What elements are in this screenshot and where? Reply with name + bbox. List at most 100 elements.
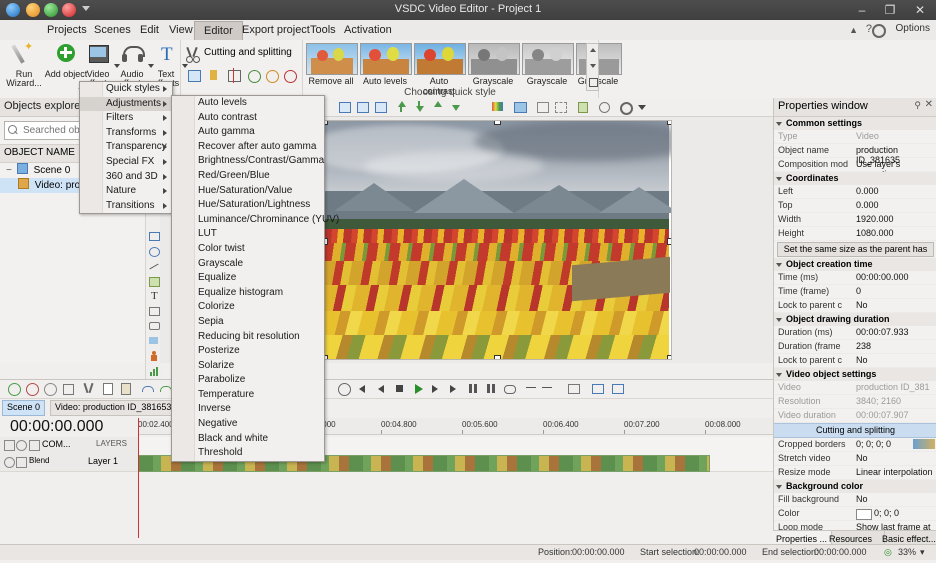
- timeline-undo-icon[interactable]: [140, 381, 155, 396]
- menu-item-filters[interactable]: Filters: [80, 111, 172, 126]
- options-label[interactable]: Options: [896, 23, 930, 34]
- guides-icon[interactable]: [552, 99, 568, 115]
- arrange-up-icon[interactable]: [430, 99, 446, 115]
- maximize-button[interactable]: ❐: [876, 0, 904, 20]
- adjust-lut[interactable]: LUT: [172, 227, 324, 242]
- ribbon-collapse-icon[interactable]: ▲: [849, 25, 858, 35]
- row-height[interactable]: Height1080.000: [774, 227, 936, 241]
- snap-icon[interactable]: [574, 99, 590, 115]
- rect-tool-icon[interactable]: [147, 229, 160, 243]
- distribute-icon[interactable]: [610, 381, 625, 396]
- adjust-luminance-chrominance[interactable]: Luminance/Chrominance (YUV): [172, 213, 324, 228]
- row-lock-to-parent-creation[interactable]: Lock to parent cNo: [774, 299, 936, 313]
- selection-handle-tr[interactable]: [667, 120, 672, 125]
- quick-style-grayscale-2[interactable]: Grayscale: [522, 43, 572, 86]
- adjust-solarize[interactable]: Solarize: [172, 359, 324, 374]
- adjust-inverse[interactable]: Inverse: [172, 402, 324, 417]
- adjust-reducing-bit-resolution[interactable]: Reducing bit resolution: [172, 330, 324, 345]
- track-header-composite[interactable]: COM... LAYERS: [0, 437, 138, 455]
- gear-icon[interactable]: [872, 24, 886, 38]
- timeline-duplicate-icon[interactable]: [42, 381, 57, 396]
- image-tool-icon[interactable]: [147, 334, 160, 348]
- track-expand-icon[interactable]: [4, 440, 15, 451]
- section-video-object-settings[interactable]: Video object settings: [774, 368, 936, 381]
- selection-handle-tc[interactable]: [494, 120, 501, 125]
- timeline-cut-icon[interactable]: [82, 381, 97, 396]
- run-wizard-button[interactable]: ✦ Run Wizard...: [2, 42, 46, 89]
- menu-item-nature[interactable]: Nature: [80, 184, 172, 199]
- trim-end-icon[interactable]: [262, 66, 282, 86]
- row-time-frame[interactable]: Time (frame)0: [774, 285, 936, 299]
- menu-item-transforms[interactable]: Transforms: [80, 126, 172, 141]
- adjust-auto-contrast[interactable]: Auto contrast: [172, 111, 324, 126]
- track-header-layer-1[interactable]: Blend Layer 1: [0, 454, 138, 472]
- skip-end-icon[interactable]: [446, 381, 461, 396]
- row-cropped-borders[interactable]: Cropped borders0; 0; 0; 0: [774, 438, 936, 452]
- selection-handle-bc[interactable]: [494, 355, 501, 360]
- section-coordinates[interactable]: Coordinates: [774, 172, 936, 185]
- layer-lock-icon[interactable]: [16, 457, 27, 468]
- prev-frame-icon[interactable]: [374, 381, 389, 396]
- text-tool-icon[interactable]: T: [147, 289, 160, 303]
- chart-tool-icon[interactable]: [147, 364, 160, 378]
- cut-region-icon[interactable]: [184, 66, 204, 86]
- polygon-tool-icon[interactable]: [147, 274, 160, 288]
- arrange-back-icon[interactable]: [412, 99, 428, 115]
- adjust-sepia[interactable]: Sepia: [172, 315, 324, 330]
- callout-tool-icon[interactable]: [147, 319, 160, 333]
- text-box-tool-icon[interactable]: [147, 304, 160, 318]
- cutting-and-splitting-banner[interactable]: Cutting and splitting: [774, 423, 936, 438]
- next-frame-icon[interactable]: [428, 381, 443, 396]
- adjust-color-twist[interactable]: Color twist: [172, 242, 324, 257]
- menu-activation[interactable]: Activation: [335, 20, 401, 40]
- section-object-drawing-duration[interactable]: Object drawing duration: [774, 313, 936, 326]
- move-left-icon[interactable]: [524, 381, 539, 396]
- properties-pin-icon[interactable]: ⚲: [914, 100, 921, 111]
- properties-close-icon[interactable]: ✕: [925, 99, 933, 110]
- minimize-button[interactable]: –: [848, 0, 876, 20]
- timeline-tab-scene-0[interactable]: Scene 0: [2, 400, 45, 416]
- section-background-color[interactable]: Background color: [774, 480, 936, 493]
- adjust-grayscale[interactable]: Grayscale: [172, 257, 324, 272]
- timeline-properties-icon[interactable]: [60, 381, 75, 396]
- status-zoom-icon[interactable]: ◎: [884, 547, 892, 558]
- move-right-icon[interactable]: [540, 381, 555, 396]
- adjust-temperature[interactable]: Temperature: [172, 388, 324, 403]
- split-icon[interactable]: [224, 66, 244, 86]
- timeline-playhead[interactable]: [138, 418, 139, 538]
- adjust-posterize[interactable]: Posterize: [172, 344, 324, 359]
- skip-start-icon[interactable]: [356, 381, 371, 396]
- person-tool-icon[interactable]: [147, 349, 160, 363]
- trim-start-icon[interactable]: [244, 66, 264, 86]
- track-eye-icon[interactable]: [16, 440, 27, 451]
- stop-icon[interactable]: [392, 381, 407, 396]
- delete-region-icon[interactable]: [280, 66, 300, 86]
- row-duration-frame[interactable]: Duration (frame238: [774, 340, 936, 354]
- adjust-parabolize[interactable]: Parabolize: [172, 373, 324, 388]
- fill-color-icon[interactable]: [512, 99, 528, 115]
- timeline-paste-icon[interactable]: [118, 381, 133, 396]
- row-fill-background[interactable]: Fill backgroundNo: [774, 493, 936, 507]
- align-left-icon[interactable]: [336, 99, 352, 115]
- layer-eye-icon[interactable]: [4, 457, 15, 468]
- group-icon[interactable]: [566, 381, 581, 396]
- selection-handle-mr[interactable]: [667, 238, 672, 245]
- zoom-fit-icon[interactable]: [596, 99, 612, 115]
- section-common-settings[interactable]: Common settings: [774, 117, 936, 130]
- status-zoom-dropdown-icon[interactable]: ▾: [920, 547, 925, 558]
- adjust-negative[interactable]: Negative: [172, 417, 324, 432]
- menu-item-transitions[interactable]: Transitions: [80, 199, 172, 214]
- adjust-auto-levels[interactable]: Auto levels: [172, 96, 324, 111]
- adjust-equalize-histogram[interactable]: Equalize histogram: [172, 286, 324, 301]
- row-object-name[interactable]: Object nameproduction ID_381635: [774, 144, 936, 158]
- row-resize-mode[interactable]: Resize modeLinear interpolation: [774, 466, 936, 480]
- row-time-ms[interactable]: Time (ms)00:00:00.000: [774, 271, 936, 285]
- timeline-remove-icon[interactable]: [24, 381, 39, 396]
- scissors-icon[interactable]: [186, 46, 200, 60]
- arrange-down-icon[interactable]: [448, 99, 464, 115]
- close-button[interactable]: ✕: [906, 0, 934, 20]
- quick-style-remove-all[interactable]: Remove all: [306, 43, 356, 86]
- timeline-timecode-icon[interactable]: [336, 381, 351, 396]
- adjust-hue-saturation-value[interactable]: Hue/Saturation/Value: [172, 184, 324, 199]
- row-composition-mode[interactable]: Composition modUse layer's properties: [774, 158, 936, 172]
